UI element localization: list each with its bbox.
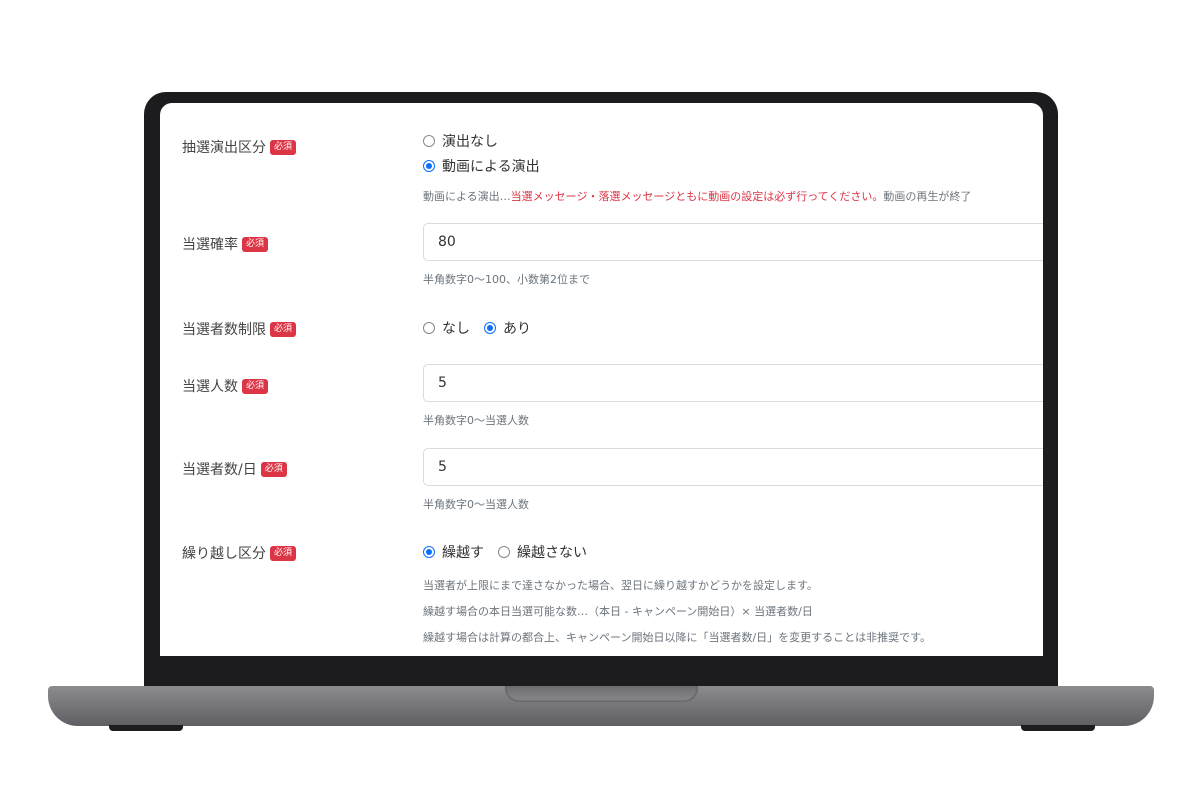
- lottery-effect-label: 抽選演出区分 必須: [182, 137, 297, 157]
- screen: 抽選演出区分 必須 演出なし 動画による演出 動画による演出…当選メッセージ・落…: [160, 103, 1043, 656]
- radio-limit-yes-label: あり: [503, 321, 531, 337]
- winners-per-day-label: 当選者数/日 必須: [182, 459, 287, 479]
- winner-count-input[interactable]: 5: [423, 364, 1043, 402]
- winner-limit-radio-group: なし あり: [423, 317, 545, 339]
- carryover-label-text: 繰り越し区分: [182, 546, 266, 562]
- winners-per-day-help: 半角数字0〜当選人数: [423, 498, 529, 511]
- radio-limit-none-label: なし: [442, 321, 470, 337]
- lottery-effect-label-text: 抽選演出区分: [182, 140, 266, 156]
- win-rate-input-value: 80: [438, 234, 456, 250]
- laptop-foot-right: [1021, 725, 1095, 731]
- winner-count-input-value: 5: [438, 375, 447, 391]
- radio-no-effect[interactable]: 演出なし: [423, 129, 540, 153]
- required-badge: 必須: [260, 461, 287, 477]
- win-rate-help: 半角数字0〜100、小数第2位まで: [423, 273, 590, 286]
- lottery-effect-help-suffix: 動画の再生が終了: [883, 190, 972, 203]
- carryover-radio-group: 繰越す 繰越さない: [423, 541, 601, 563]
- radio-limit-none-control[interactable]: [423, 322, 435, 334]
- winner-count-help: 半角数字0〜当選人数: [423, 414, 529, 427]
- winner-limit-label-text: 当選者数制限: [182, 322, 266, 338]
- win-rate-input[interactable]: 80: [423, 223, 1043, 261]
- required-badge: 必須: [270, 139, 297, 155]
- carryover-help-line: 当選者が上限にまで達さなかった場合、翌日に繰り越すかどうかを設定します。: [423, 579, 818, 592]
- radio-limit-yes[interactable]: あり: [484, 318, 531, 338]
- laptop-notch: [505, 686, 698, 702]
- winner-count-label-text: 当選人数: [182, 379, 238, 395]
- winner-limit-label: 当選者数制限 必須: [182, 319, 297, 339]
- radio-limit-yes-control[interactable]: [484, 322, 496, 334]
- required-badge: 必須: [242, 236, 269, 252]
- winners-per-day-input-value: 5: [438, 459, 447, 475]
- radio-carryover-yes-control[interactable]: [423, 546, 435, 558]
- radio-video-effect-control[interactable]: [423, 160, 435, 172]
- radio-carryover-yes-label: 繰越す: [442, 545, 484, 561]
- radio-carryover-no-control[interactable]: [498, 546, 510, 558]
- radio-video-effect[interactable]: 動画による演出: [423, 153, 540, 179]
- radio-no-effect-label: 演出なし: [442, 134, 498, 150]
- winner-count-label: 当選人数 必須: [182, 376, 269, 396]
- radio-carryover-no-label: 繰越さない: [517, 545, 587, 561]
- carryover-help-line: 繰越す場合は計算の都合上、キャンペーン開始日以降に「当選者数/日」を変更すること…: [423, 631, 932, 644]
- required-badge: 必須: [270, 321, 297, 337]
- radio-no-effect-control[interactable]: [423, 135, 435, 147]
- required-badge: 必須: [270, 545, 297, 561]
- radio-limit-none[interactable]: なし: [423, 318, 470, 338]
- winners-per-day-label-text: 当選者数/日: [182, 462, 257, 478]
- lottery-effect-radio-group: 演出なし 動画による演出: [423, 129, 540, 179]
- radio-carryover-yes[interactable]: 繰越す: [423, 542, 484, 562]
- win-rate-label: 当選確率 必須: [182, 234, 269, 254]
- carryover-label: 繰り越し区分 必須: [182, 543, 297, 563]
- win-rate-label-text: 当選確率: [182, 237, 238, 253]
- carryover-help-line: 繰越す場合の本日当選可能な数…（本日 - キャンペーン開始日）× 当選者数/日: [423, 605, 813, 618]
- required-badge: 必須: [242, 378, 269, 394]
- lottery-effect-help-prefix: 動画による演出…: [423, 190, 511, 203]
- winners-per-day-input[interactable]: 5: [423, 448, 1043, 486]
- lottery-effect-help-warning: 当選メッセージ・落選メッセージともに動画の設定は必ず行ってください。: [510, 190, 884, 203]
- radio-carryover-no[interactable]: 繰越さない: [498, 542, 587, 562]
- radio-video-effect-label: 動画による演出: [442, 159, 540, 175]
- lottery-effect-help: 動画による演出…当選メッセージ・落選メッセージともに動画の設定は必ず行ってくださ…: [423, 188, 971, 204]
- laptop-foot-left: [109, 725, 183, 731]
